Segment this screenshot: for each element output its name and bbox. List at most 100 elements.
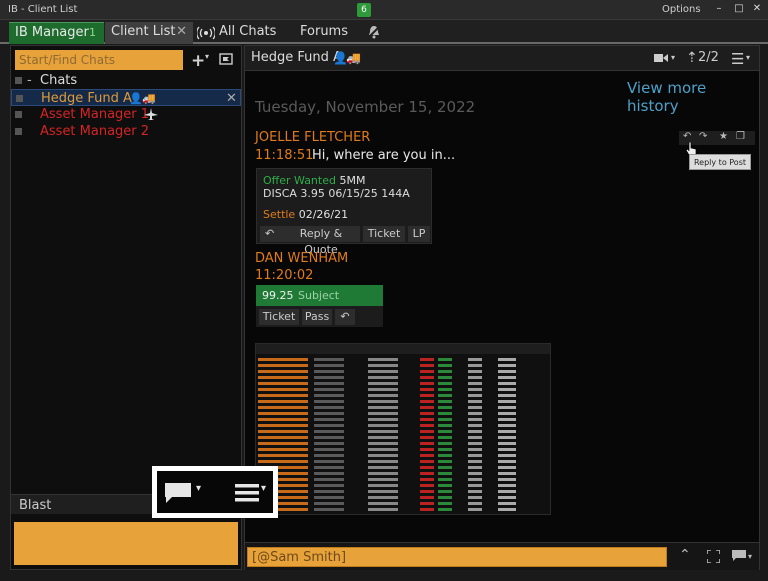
attachment-cell: [498, 370, 516, 373]
close-icon[interactable]: ✕: [226, 90, 237, 107]
attachment-cell: [498, 376, 516, 379]
flag-icon[interactable]: [219, 53, 233, 67]
pass-button[interactable]: Pass: [302, 309, 332, 325]
attachment-cell: [420, 424, 434, 427]
security-description: DISCA 3.95 06/15/25 144A: [263, 187, 410, 200]
chats-group[interactable]: - Chats: [11, 72, 241, 89]
tab-label: IB Manager: [15, 25, 89, 40]
chevron-down-icon[interactable]: ▾: [205, 52, 209, 61]
minimize-button[interactable]: –: [712, 3, 726, 17]
chevron-down-icon[interactable]: ▾: [748, 552, 752, 561]
tab-client-list[interactable]: Client List ✕: [105, 22, 193, 44]
chat-checkbox[interactable]: [16, 95, 23, 102]
tab-bar: IB Manager 1 Client List ✕ All Chats For…: [0, 20, 768, 44]
attachment-cell: [368, 382, 398, 385]
attachment-cell: [420, 460, 434, 463]
market-data-screenshot-attachment[interactable]: [255, 343, 551, 515]
maximize-button[interactable]: □: [732, 3, 746, 17]
chevron-down-icon[interactable]: ▾: [261, 483, 266, 494]
attachment-cell: [468, 388, 482, 391]
truck-icon: 🚚: [142, 92, 156, 105]
message-bubble-icon[interactable]: [732, 550, 746, 562]
attachment-cell: [314, 460, 344, 463]
ticket-button[interactable]: Ticket: [259, 309, 299, 325]
compose-input[interactable]: [247, 547, 667, 567]
start-find-chats-input[interactable]: [15, 50, 183, 70]
attachment-cell: [498, 460, 516, 463]
attachment-cell: [420, 430, 434, 433]
chevron-down-icon[interactable]: ▾: [196, 483, 201, 494]
attachment-cell: [368, 358, 398, 361]
tab-label: All Chats: [219, 24, 277, 39]
collapse-up-icon[interactable]: ⌃: [679, 547, 691, 563]
attachment-cell: [468, 424, 482, 427]
attachment-cell: [420, 472, 434, 475]
expand-icon[interactable]: [707, 550, 720, 563]
attachment-cell: [420, 484, 434, 487]
attachment-cell: [438, 508, 452, 511]
chat-item-asset-manager-1[interactable]: Asset Manager 1: [11, 106, 241, 123]
attachment-cell: [314, 406, 344, 409]
chat-item-hedge-fund-a[interactable]: Hedge Fund A 👤 🚚 ✕: [11, 89, 241, 106]
video-icon[interactable]: [654, 53, 668, 63]
chevron-down-icon[interactable]: ▾: [671, 53, 675, 62]
lp-button[interactable]: LP: [408, 226, 430, 242]
tab-close-icon[interactable]: ✕: [176, 22, 187, 42]
attachment-cell: [258, 406, 308, 409]
chat-label: Hedge Fund A: [41, 91, 132, 106]
attachment-cell: [438, 472, 452, 475]
page-indicator: 2/2: [698, 50, 719, 65]
reply-icon[interactable]: ↶: [335, 309, 355, 325]
attachment-cell: [468, 400, 482, 403]
attachment-cell: [498, 388, 516, 391]
blast-label: Blast: [19, 498, 52, 513]
attachment-cell: [420, 394, 434, 397]
chevron-down-icon[interactable]: ▾: [746, 53, 750, 62]
attachment-cell: [420, 358, 434, 361]
options-button[interactable]: Options: [662, 4, 701, 15]
group-checkbox[interactable]: [15, 77, 22, 84]
attachment-cell: [498, 502, 516, 505]
window-title-bar: IB - Client List 6 Options – □ ✕: [0, 0, 768, 20]
collapse-toggle[interactable]: -: [27, 72, 32, 89]
attachment-cell: [468, 484, 482, 487]
menu-icon[interactable]: [235, 483, 259, 503]
message-text: Hi, where are you in...: [312, 148, 456, 163]
attachment-cell: [420, 418, 434, 421]
menu-icon[interactable]: ☰: [731, 50, 744, 68]
attachment-header: [256, 344, 550, 354]
close-window-button[interactable]: ✕: [750, 3, 764, 17]
attachment-cell: [438, 430, 452, 433]
truck-icon: 🚚: [346, 51, 361, 65]
tab-label: Client List: [111, 24, 176, 39]
muted-bell-icon[interactable]: [366, 24, 382, 40]
attachment-cell: [438, 406, 452, 409]
person-icon: 👤: [129, 92, 143, 105]
attachment-cell: [420, 412, 434, 415]
attachment-cell: [258, 460, 308, 463]
attachment-cell: [258, 376, 308, 379]
blast-input[interactable]: [14, 522, 238, 565]
people-icon: ⇡: [686, 50, 698, 66]
conversation-header: Hedge Fund A 👤 🚚 ▾ ⇡ 2/2 ☰ ▾: [245, 46, 759, 71]
notification-badge[interactable]: 6: [357, 3, 371, 17]
copy-icon[interactable]: ❐: [736, 131, 745, 142]
reply-icon[interactable]: ↶: [683, 131, 691, 142]
message-bubble-icon[interactable]: [164, 482, 192, 505]
star-icon[interactable]: ★: [719, 131, 728, 142]
reply-quote-button[interactable]: ↶ Reply & Quote: [260, 226, 360, 256]
ticket-button[interactable]: Ticket: [363, 226, 405, 242]
attachment-cell: [314, 484, 344, 487]
chat-item-asset-manager-2[interactable]: Asset Manager 2: [11, 123, 241, 140]
attachment-cell: [420, 448, 434, 451]
view-more-history-link[interactable]: View more history: [627, 79, 759, 115]
attachment-cell: [420, 454, 434, 457]
chat-checkbox[interactable]: [15, 128, 22, 135]
tab-ib-manager[interactable]: IB Manager 1: [9, 22, 104, 44]
chat-checkbox[interactable]: [15, 111, 22, 118]
attachment-cell: [368, 472, 398, 475]
add-chat-button[interactable]: +: [191, 51, 205, 71]
forward-icon[interactable]: ↷: [699, 131, 707, 142]
tab-all-chats[interactable]: All Chats: [195, 22, 280, 44]
tab-forums[interactable]: Forums: [292, 22, 362, 44]
